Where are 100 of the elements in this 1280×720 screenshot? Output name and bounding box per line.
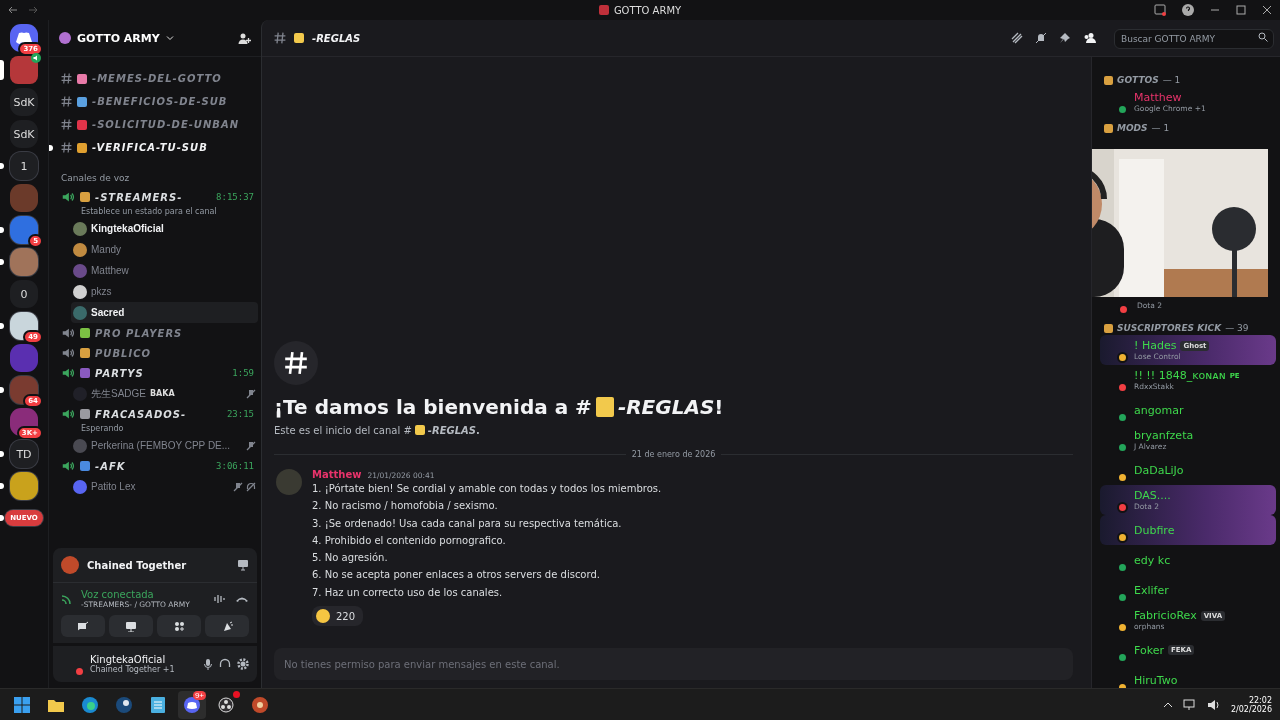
role-icon [1104,123,1113,133]
notebook-icon [294,33,304,43]
channel-name: FRACASADOS- [95,408,187,420]
channel-status: Establece un estado para el canal [80,207,217,216]
status-dot [74,666,85,677]
hash-icon [61,142,72,153]
member-item[interactable]: Exlifer [1100,575,1276,605]
message-line: 4. Prohibido el contenido pornografico. [312,533,507,548]
screen-share-icon[interactable] [237,559,249,571]
back-arrow-icon[interactable] [8,6,18,14]
server-icon[interactable] [10,472,38,500]
member-item[interactable]: edy kc [1100,545,1276,575]
voice-channel[interactable]: PARTYS 1:59 [55,363,258,383]
soundboard-button[interactable] [205,615,249,637]
pin-icon[interactable] [1059,32,1071,44]
voice-user[interactable]: KingtekaOficial [71,218,258,239]
role-header: GOTTOS [1117,75,1159,85]
voice-channel[interactable]: FRACASADOS- 23:15 [55,404,258,424]
category-header[interactable]: Canales de voz [61,173,258,183]
camera-off-button[interactable] [61,615,105,637]
voice-channel[interactable]: -STREAMERS- 8:15:37 [55,187,258,207]
user-name: 先生SADGE [91,386,146,401]
folder-icon [48,698,64,712]
speaker-icon [31,53,41,63]
taskbar-app[interactable]: 9+ [178,691,206,719]
voice-channel[interactable]: -AFK 3:06:11 [55,456,258,476]
settings-icon[interactable] [237,658,249,670]
author-name[interactable]: Matthew [312,468,362,480]
user-name: Matthew [91,265,129,276]
headphones-icon[interactable] [219,658,231,670]
close-icon[interactable] [1262,5,1272,15]
add-member-icon[interactable] [238,31,251,45]
screen-share-icon [125,620,137,632]
chevron-down-icon[interactable] [165,34,174,42]
clock-time[interactable]: 22:02 [1248,696,1272,705]
channel-name: -AFK [95,460,126,472]
channel-mention[interactable]: -REGLAS. [427,424,480,436]
voice-user[interactable]: Matthew [71,260,258,281]
clock-date[interactable]: 2/02/2026 [1230,705,1272,714]
voice-channel[interactable]: PUBLICO [55,343,258,363]
message-line: 6. No se acepta poner enlaces a otros servers de discord. [312,568,601,583]
inbox-icon[interactable] [1154,4,1166,16]
voice-user[interactable]: Patito Lex [71,476,258,497]
help-icon[interactable] [1182,4,1194,16]
reaction-button[interactable]: 220 [312,606,364,626]
member-item[interactable]: DaDaLiJo [1100,455,1276,485]
speaker-icon [61,346,75,360]
forward-arrow-icon[interactable] [28,6,38,14]
avatar [73,284,87,299]
member-item[interactable]: Dubfire [1100,515,1276,545]
message-line: 1. ¡Pórtate bien! Se cordial y amable con todas y todos los miembros. [312,481,662,496]
network-icon[interactable] [1182,699,1197,711]
server-icon[interactable] [10,248,38,276]
text-channel[interactable]: -BENEFICIOS-DE-SUB [55,90,258,113]
text-channel[interactable]: -MEMES-DEL-GOTTO [55,67,258,90]
volume-icon[interactable] [1206,699,1221,711]
voice-user[interactable]: 先生SADGE BAKA [71,383,258,404]
voice-user[interactable]: Mandy [71,239,258,260]
members-icon[interactable] [1083,32,1096,44]
member-name: Exlifer [1134,583,1169,597]
avatar [73,263,87,278]
message-line: 2. No racismo / homofobia / sexismo. [312,499,499,514]
game-icon [252,697,268,713]
member-name: DAS.... [1134,489,1171,502]
share-screen-button[interactable] [109,615,153,637]
voice-user[interactable]: pkzs [71,281,258,302]
user-name: Perkerina (FEMBOY CPP DE... [91,440,231,451]
channel-name: -STREAMERS- [95,191,183,203]
chevron-up-icon[interactable] [1162,701,1173,709]
message-line: 5. No agresión. [312,551,389,566]
avatar [73,221,87,236]
server-name[interactable]: GOTTO ARMY [77,31,160,45]
notifications-off-icon[interactable] [1035,32,1047,44]
server-icon[interactable]: TD [10,440,38,468]
server-icon[interactable]: SdK [10,88,38,116]
member-item[interactable]: angomar [1100,395,1276,425]
server-icon[interactable] [10,56,38,84]
waveform-icon[interactable] [213,593,227,605]
server-icon[interactable]: SdK [10,120,38,148]
microphone-icon[interactable] [203,658,213,670]
threads-icon[interactable] [1011,32,1023,44]
member-name: HiruTwo [1134,673,1178,687]
date-divider: 21 de enero de 2026 [631,449,716,459]
channel-name: PRO PLAYERS [95,327,183,339]
text-channel[interactable]: -SOLICITUD-DE-UNBAN [55,113,258,136]
elapsed-timer: 23:15 [226,409,254,419]
maximize-icon[interactable] [1236,5,1246,15]
server-logo-icon [598,5,609,15]
server-icon[interactable]: 0 [10,280,38,308]
elapsed-timer: 8:15:37 [216,192,254,202]
voice-user[interactable]: Sacred [71,302,258,323]
search-field[interactable]: Buscar GOTTO ARMY [1114,29,1274,49]
camera-off-icon [77,621,89,631]
voice-user[interactable]: Perkerina (FEMBOY CPP DE... [71,435,258,456]
notepad-icon [151,697,165,713]
activities-button[interactable] [157,615,201,637]
voice-channel[interactable]: PRO PLAYERS [55,323,258,343]
notebook-icon [595,396,614,417]
server-icon[interactable]: 1 [10,152,38,180]
text-channel[interactable]: -VERIFICA-TU-SUB [55,136,258,159]
